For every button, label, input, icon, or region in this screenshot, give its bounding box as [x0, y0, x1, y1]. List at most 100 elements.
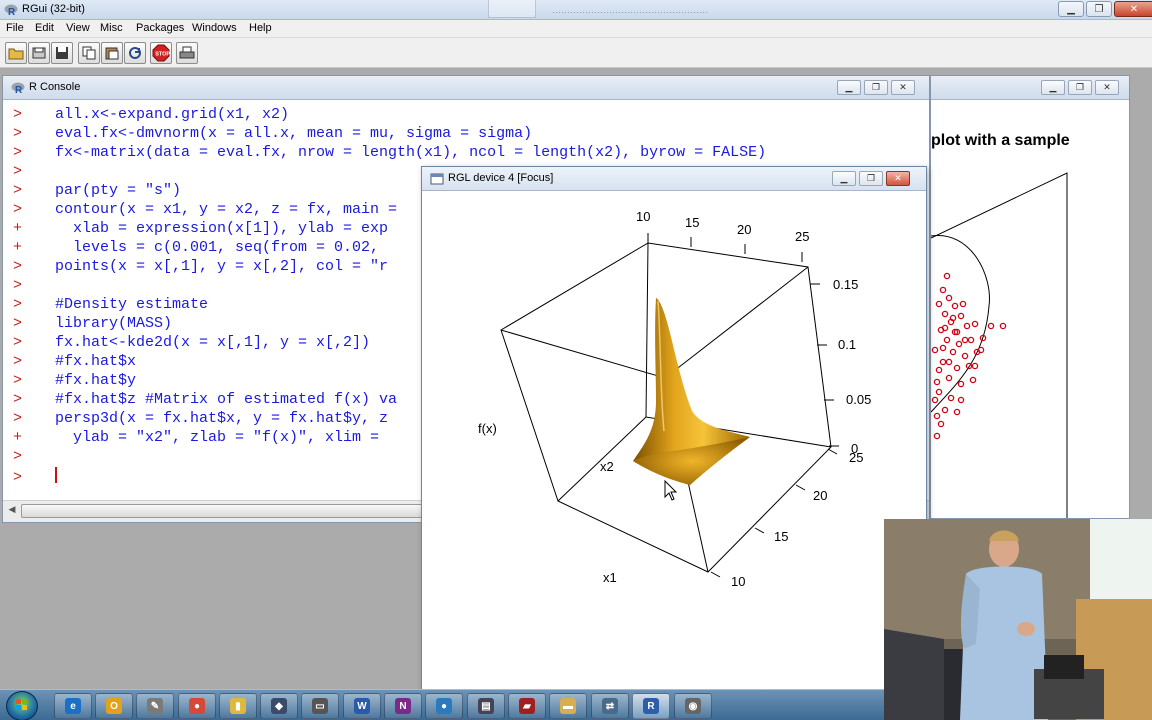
x1-tick-label: 20 — [813, 488, 827, 503]
sample-point — [987, 322, 995, 330]
print-button[interactable] — [176, 42, 198, 64]
taskbar-button-pdf[interactable]: ▰ — [508, 693, 546, 719]
close-button[interactable]: ✕ — [1114, 1, 1152, 17]
taskbar-button-outlook[interactable]: O — [95, 693, 133, 719]
sample-point — [967, 336, 975, 344]
console-code: #fx.hat$y — [55, 372, 137, 389]
menu-help[interactable]: Help — [249, 22, 272, 34]
menu-misc[interactable]: Misc — [100, 22, 123, 34]
z-tick-label: 0.1 — [838, 337, 856, 352]
sample-point — [945, 294, 953, 302]
console-window-controls: ▁ ❐ ✕ — [837, 80, 915, 95]
taskbar-button-ie[interactable]: e — [54, 693, 92, 719]
console-code: contour(x = x1, y = x2, z = fx, main = — [55, 201, 398, 218]
sample-point — [943, 336, 951, 344]
rgl-close-button[interactable]: ✕ — [886, 171, 910, 186]
sample-point — [951, 302, 959, 310]
background-window-caption: ‥‥‥‥‥‥‥‥‥‥‥‥‥‥‥‥‥‥‥‥‥‥‥‥‥‥ — [552, 5, 709, 15]
taskbar-button-word[interactable]: W — [343, 693, 381, 719]
console-prompt: > — [13, 410, 23, 427]
sample-point — [957, 380, 965, 388]
scroll-thumb[interactable] — [21, 504, 441, 518]
taskbar-button-onenote[interactable]: N — [384, 693, 422, 719]
sample-point — [953, 408, 961, 416]
rgl-minimize-button[interactable]: ▁ — [832, 171, 856, 186]
sample-point — [959, 300, 967, 308]
taskbar-button-camera[interactable]: ◉ — [674, 693, 712, 719]
graphics-window-titlebar: ▁ ❐ ✕ — [931, 76, 1129, 100]
console-prompt: > — [13, 296, 23, 313]
console-code: eval.fx<-dmvnorm(x = all.x, mean = mu, s… — [55, 125, 533, 142]
taskbar-button-window[interactable]: ▭ — [301, 693, 339, 719]
sample-point — [969, 376, 977, 384]
stop-button[interactable]: STOP — [150, 42, 172, 64]
open-script-button[interactable] — [5, 42, 27, 64]
menu-edit[interactable]: Edit — [35, 22, 54, 34]
minimize-button[interactable]: ▁ — [1058, 1, 1084, 17]
paste-button[interactable] — [101, 42, 123, 64]
scroll-left-icon[interactable]: ◀ — [5, 505, 19, 519]
background-window-tab — [488, 0, 536, 18]
console-code: all.x<-expand.grid(x1, x2) — [55, 106, 290, 123]
taskbar-button-document[interactable]: ▤ — [467, 693, 505, 719]
taskbar-button-folder-doc[interactable]: ▮ — [219, 693, 257, 719]
taskbar-button-chrome[interactable]: ● — [178, 693, 216, 719]
taskbar-button-pen[interactable]: ✎ — [136, 693, 174, 719]
taskbar-button-network[interactable]: ⇄ — [591, 693, 629, 719]
sample-point — [945, 374, 953, 382]
r-graphics-window[interactable]: ▁ ❐ ✕ plot with a sample — [930, 75, 1130, 519]
refresh-button[interactable] — [124, 42, 146, 64]
svg-text:R: R — [8, 7, 16, 17]
taskbar-button-app[interactable]: ◆ — [260, 693, 298, 719]
x2-top-tick-label: 10 — [636, 209, 650, 224]
graphics-restore-button[interactable]: ❐ — [1068, 80, 1092, 95]
menu-view[interactable]: View — [66, 22, 90, 34]
console-title: R Console — [29, 81, 81, 93]
rgl-3d-canvas[interactable]: 0.15 0.1 0.05 0 f(x) 10 15 20 25 10 15 2… — [428, 191, 920, 720]
x1-tick-label: 10 — [731, 574, 745, 589]
console-line: > #fx.hat$y — [13, 372, 136, 391]
pdf-icon: ▰ — [519, 698, 535, 714]
graphics-close-button[interactable]: ✕ — [1095, 80, 1119, 95]
sample-point — [931, 396, 939, 404]
console-prompt: > — [13, 144, 23, 161]
menu-packages[interactable]: Packages — [136, 22, 184, 34]
rgl-restore-button[interactable]: ❐ — [859, 171, 883, 186]
console-minimize-button[interactable]: ▁ — [837, 80, 861, 95]
text-cursor — [55, 467, 57, 483]
copy-button[interactable] — [78, 42, 100, 64]
sample-point — [953, 364, 961, 372]
graphics-minimize-button[interactable]: ▁ — [1041, 80, 1065, 95]
sample-point — [935, 300, 943, 308]
console-prompt: > — [13, 334, 23, 351]
chrome-icon: ● — [189, 698, 205, 714]
toolbar: STOP — [0, 38, 1152, 68]
app-title: RGui (32-bit) — [22, 3, 85, 15]
menu-file[interactable]: File — [6, 22, 24, 34]
sample-point — [933, 378, 941, 386]
camera-icon: ◉ — [685, 698, 701, 714]
console-line: > — [13, 163, 55, 182]
console-code: points(x = x[,1], y = x[,2], col = "r — [55, 258, 389, 275]
graphics-window-controls: ▁ ❐ ✕ — [1041, 80, 1119, 95]
menu-windows[interactable]: Windows — [192, 22, 237, 34]
taskbar-button-explorer[interactable]: ▬ — [549, 693, 587, 719]
taskbar-button-r[interactable]: R — [632, 693, 670, 719]
taskbar-button-hp[interactable]: ● — [425, 693, 463, 719]
console-prompt: + — [13, 239, 23, 256]
console-restore-button[interactable]: ❐ — [864, 80, 888, 95]
webcam-overlay-image — [884, 519, 1152, 720]
save-workspace-button[interactable] — [51, 42, 73, 64]
start-button[interactable] — [6, 691, 38, 720]
console-close-button[interactable]: ✕ — [891, 80, 915, 95]
load-workspace-button[interactable] — [28, 42, 50, 64]
print-icon — [179, 46, 195, 59]
sample-point — [941, 406, 949, 414]
console-code: #Density estimate — [55, 296, 209, 313]
restore-button[interactable]: ❐ — [1086, 1, 1112, 17]
rgl-window-icon — [430, 173, 444, 185]
console-titlebar: R R Console ▁ ❐ ✕ — [3, 76, 929, 100]
console-code: fx.hat<-kde2d(x = x[,1], y = x[,2]) — [55, 334, 371, 351]
rgl-device-window[interactable]: RGL device 4 [Focus] ▁ ❐ ✕ 0.15 0.1 0.05… — [421, 166, 927, 720]
window-icon: ▭ — [312, 698, 328, 714]
